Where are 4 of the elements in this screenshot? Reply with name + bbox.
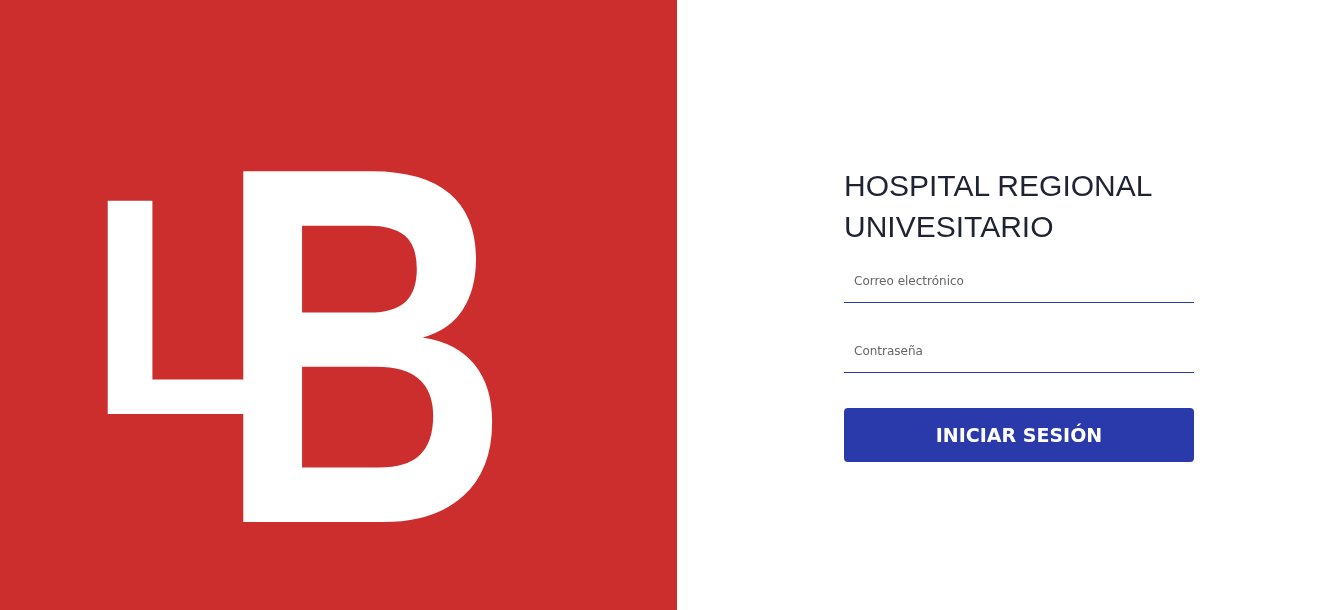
password-field[interactable]: Contraseña	[844, 329, 1194, 373]
hospital-title: HOSPITAL REGIONAL UNIVESITARIO	[844, 168, 1153, 245]
login-button[interactable]: INICIAR SESIÓN	[844, 408, 1194, 462]
email-field[interactable]: Correo electrónico	[844, 259, 1194, 303]
